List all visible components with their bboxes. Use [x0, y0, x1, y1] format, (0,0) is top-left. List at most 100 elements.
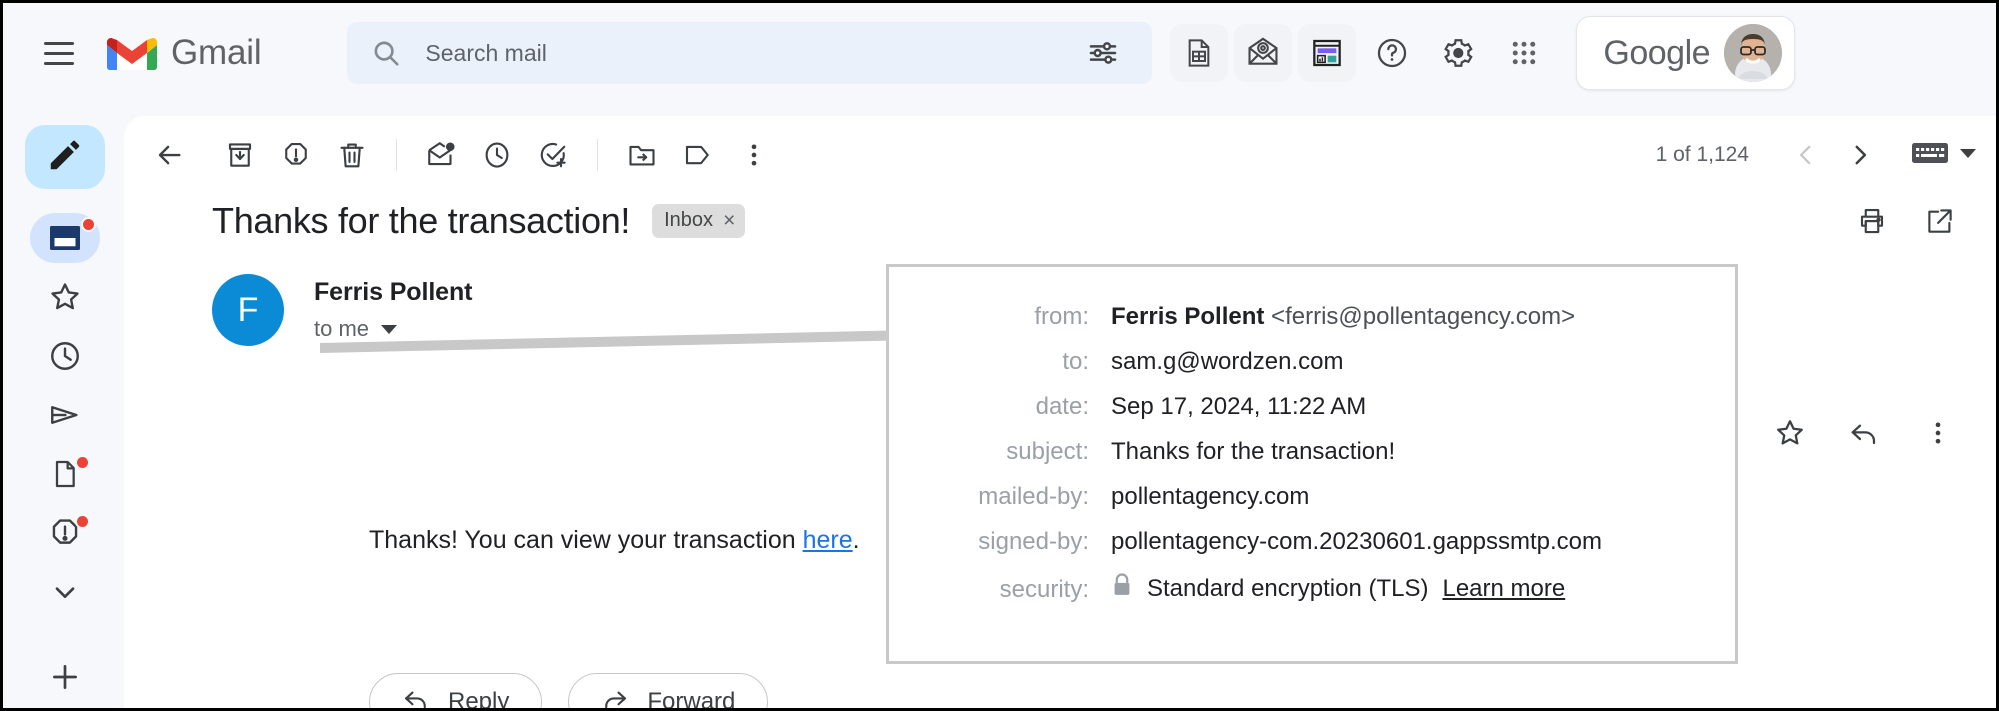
- sidebar-item-more[interactable]: [34, 567, 96, 617]
- details-row-date: date: Sep 17, 2024, 11:22 AM: [889, 393, 1735, 421]
- mark-unread-button[interactable]: [413, 127, 469, 183]
- reply-message-button[interactable]: [1837, 406, 1891, 460]
- details-row-mailed-by: mailed-by: pollentagency.com: [889, 483, 1735, 511]
- open-in-new-icon[interactable]: [1913, 194, 1967, 248]
- spreadsheet-icon[interactable]: [1170, 24, 1229, 82]
- gmail-window: Gmail Search mail Google 1 of 1,124 Than…: [0, 0, 1999, 711]
- snooze-button[interactable]: [469, 127, 525, 183]
- toolbar-divider: [597, 139, 598, 171]
- message-actions: Reply Forward: [369, 673, 769, 711]
- pagination: 1 of 1,124: [1656, 128, 1996, 182]
- print-icon[interactable]: [1845, 194, 1899, 248]
- message-body: Thanks! You can view your transaction he…: [369, 526, 860, 555]
- body-link-here[interactable]: here: [803, 526, 853, 554]
- chevron-down-icon: [1959, 146, 1977, 164]
- add-to-tasks-button[interactable]: [525, 127, 581, 183]
- sender-block: F Ferris Pollent to me: [212, 274, 472, 346]
- details-row-signed-by: signed-by: pollentagency-com.20230601.ga…: [889, 528, 1735, 556]
- delete-button[interactable]: [324, 127, 380, 183]
- spam-badge-dot: [75, 514, 90, 530]
- pencil-icon: [46, 136, 84, 179]
- sender-name: Ferris Pollent: [314, 278, 473, 306]
- header-actions: [1170, 24, 1554, 82]
- reply-button[interactable]: Reply: [369, 673, 543, 708]
- back-button[interactable]: [142, 127, 198, 183]
- details-value-from: Ferris Pollent <ferris@pollentagency.com…: [1111, 303, 1575, 331]
- details-label-from: from:: [1034, 303, 1089, 330]
- forward-button-label: Forward: [647, 688, 736, 711]
- details-label-date: date:: [1035, 393, 1089, 420]
- details-label-signed-by: signed-by:: [978, 528, 1089, 555]
- details-value-security: Standard encryption (TLS) Learn more: [1111, 573, 1565, 604]
- details-row-security: security: Standard encryption (TLS) Lear…: [889, 573, 1735, 604]
- tune-filter-icon[interactable]: [1074, 24, 1132, 82]
- labels-button[interactable]: [670, 127, 726, 183]
- details-row-to: to: sam.g@wordzen.com: [889, 348, 1735, 376]
- chevron-down-icon[interactable]: [381, 324, 398, 334]
- more-options-button[interactable]: [726, 127, 782, 183]
- workspace-label: Google: [1603, 33, 1711, 72]
- unread-badge-dot: [81, 217, 96, 233]
- recipient-label[interactable]: to me: [314, 316, 369, 342]
- page-title: Thanks for the transaction!: [212, 200, 631, 241]
- gmail-logo-icon: [105, 33, 159, 73]
- details-label-mailed-by: mailed-by:: [978, 483, 1089, 510]
- drafts-badge-dot: [75, 455, 90, 471]
- security-text: Standard encryption (TLS): [1147, 574, 1429, 602]
- report-spam-button[interactable]: [268, 127, 324, 183]
- details-row-subject: subject: Thanks for the transaction!: [889, 438, 1735, 466]
- sidebar-item-sent[interactable]: [34, 390, 96, 440]
- search-bar[interactable]: [347, 22, 1153, 84]
- more-message-button[interactable]: [1911, 406, 1965, 460]
- message-right-actions: [1763, 406, 1965, 460]
- email-at-icon[interactable]: [1234, 24, 1293, 82]
- sidebar-item-inbox[interactable]: [30, 213, 100, 264]
- close-icon[interactable]: ×: [723, 210, 735, 231]
- help-icon[interactable]: [1362, 24, 1422, 82]
- learn-more-link[interactable]: Learn more: [1442, 575, 1565, 603]
- forward-arrow-icon: [601, 685, 629, 709]
- sidebar-item-drafts[interactable]: [34, 449, 96, 499]
- avatar: F: [212, 274, 284, 346]
- user-avatar-photo[interactable]: [1724, 24, 1783, 82]
- dashboard-icon[interactable]: [1298, 24, 1357, 82]
- star-message-button[interactable]: [1763, 406, 1817, 460]
- search-icon: [371, 38, 401, 68]
- label-chip-text: Inbox: [664, 209, 714, 231]
- details-from-email: <ferris@pollentagency.com>: [1271, 303, 1576, 330]
- toolbar-divider: [396, 139, 397, 171]
- details-value-date: Sep 17, 2024, 11:22 AM: [1111, 393, 1367, 420]
- message-toolbar: 1 of 1,124: [124, 116, 1996, 194]
- chevron-right-icon[interactable]: [1833, 128, 1887, 182]
- recipient-line[interactable]: to me: [314, 316, 472, 342]
- sender-text: Ferris Pollent to me: [314, 274, 472, 342]
- details-row-from: from: Ferris Pollent <ferris@pollentagen…: [889, 303, 1735, 331]
- left-nav-rail: [6, 103, 124, 708]
- sidebar-item-starred[interactable]: [34, 272, 96, 322]
- gmail-brand[interactable]: Gmail: [105, 33, 262, 73]
- move-to-button[interactable]: [614, 127, 670, 183]
- keyboard-shortcuts-button[interactable]: [1911, 139, 1977, 172]
- search-input[interactable]: [423, 38, 1075, 68]
- compose-button[interactable]: [25, 125, 105, 190]
- apps-grid-icon[interactable]: [1494, 24, 1554, 82]
- archive-button[interactable]: [212, 127, 268, 183]
- label-chip-inbox[interactable]: Inbox ×: [652, 204, 746, 238]
- sidebar-item-spam[interactable]: [34, 508, 96, 558]
- add-label-button[interactable]: [34, 652, 96, 702]
- forward-button[interactable]: Forward: [568, 673, 769, 711]
- hamburger-menu-icon[interactable]: [29, 23, 89, 83]
- account-switcher[interactable]: Google: [1576, 16, 1796, 90]
- body-text-prefix: Thanks! You can view your transaction: [369, 526, 803, 554]
- details-value-signed-by: pollentagency-com.20230601.gappssmtp.com: [1111, 528, 1602, 555]
- chevron-left-icon[interactable]: [1779, 128, 1833, 182]
- details-from-name: Ferris Pollent: [1111, 303, 1265, 330]
- top-header: Gmail Search mail Google: [3, 3, 1996, 103]
- body-text-suffix: .: [852, 526, 860, 554]
- subject-actions: [1845, 194, 1967, 248]
- details-value-mailed-by: pollentagency.com: [1111, 483, 1310, 510]
- sidebar-item-snoozed[interactable]: [34, 331, 96, 381]
- message-details-popup: from: Ferris Pollent <ferris@pollentagen…: [886, 264, 1738, 664]
- details-value-subject: Thanks for the transaction!: [1111, 438, 1396, 465]
- gear-icon[interactable]: [1428, 24, 1488, 82]
